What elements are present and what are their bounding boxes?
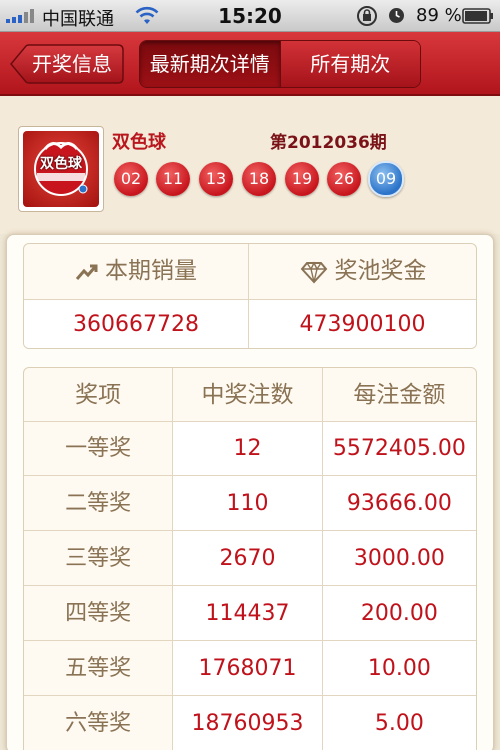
red-ball: 02 bbox=[114, 162, 148, 196]
winner-count: 18760953 bbox=[173, 696, 323, 750]
game-name: 双色球 bbox=[112, 132, 166, 153]
back-button-label: 开奖信息 bbox=[32, 52, 112, 76]
summary-table: 本期销量 奖池奖金 360667728 473900100 bbox=[23, 243, 477, 349]
prize-level: 一等奖 bbox=[24, 422, 174, 476]
prize-level: 三等奖 bbox=[24, 531, 174, 586]
prize-amount: 5.00 bbox=[322, 696, 476, 750]
trend-up-icon bbox=[75, 264, 98, 280]
red-ball: 13 bbox=[199, 162, 233, 196]
winner-count: 12 bbox=[173, 422, 323, 476]
table-row: 二等奖 110 93666.00 bbox=[24, 476, 476, 531]
prize-level: 六等奖 bbox=[24, 696, 174, 750]
prize-table: 奖项 中奖注数 每注金额 一等奖 12 5572405.00 二等奖 110 9… bbox=[23, 367, 477, 750]
prize-level: 五等奖 bbox=[24, 641, 174, 696]
battery-percentage: 89 % bbox=[416, 5, 462, 26]
table-row: 六等奖 18760953 5.00 bbox=[24, 696, 476, 750]
prize-amount: 200.00 bbox=[322, 586, 476, 641]
back-button[interactable]: 开奖信息 bbox=[10, 44, 124, 84]
prize-amount: 5572405.00 bbox=[322, 422, 476, 476]
winner-count: 114437 bbox=[173, 586, 323, 641]
red-ball: 18 bbox=[242, 162, 276, 196]
content-panel: 本期销量 奖池奖金 360667728 473900100 奖项 中奖注数 每注… bbox=[6, 234, 494, 750]
table-row: 一等奖 12 5572405.00 bbox=[24, 422, 476, 476]
summary-value-row: 360667728 473900100 bbox=[24, 300, 476, 348]
diamond-icon bbox=[300, 260, 327, 283]
prize-amount: 3000.00 bbox=[322, 531, 476, 586]
winner-count-header: 中奖注数 bbox=[173, 368, 323, 422]
navigation-bar: 开奖信息 最新期次详情 所有期次 bbox=[0, 32, 500, 96]
winner-count: 1768071 bbox=[173, 641, 323, 696]
prize-amount-header: 每注金额 bbox=[322, 368, 476, 422]
prize-amount: 93666.00 bbox=[322, 476, 476, 531]
table-row: 五等奖 1768071 10.00 bbox=[24, 641, 476, 696]
alarm-clock-icon bbox=[389, 8, 404, 23]
prize-level-header: 奖项 bbox=[24, 368, 174, 422]
tab-all-issues[interactable]: 所有期次 bbox=[279, 41, 420, 87]
table-row: 四等奖 114437 200.00 bbox=[24, 586, 476, 641]
prize-header-row: 奖项 中奖注数 每注金额 bbox=[24, 368, 476, 422]
status-bar: 中国联通 15:20 89 % bbox=[0, 0, 500, 32]
red-ball: 26 bbox=[327, 162, 361, 196]
pool-header: 奖池奖金 bbox=[249, 244, 476, 300]
summary-header-row: 本期销量 奖池奖金 bbox=[24, 244, 476, 300]
prize-amount: 10.00 bbox=[322, 641, 476, 696]
sales-label: 本期销量 bbox=[105, 258, 197, 284]
table-row: 三等奖 2670 3000.00 bbox=[24, 531, 476, 586]
prize-level: 二等奖 bbox=[24, 476, 174, 531]
logo-text: 双色球 bbox=[40, 156, 82, 172]
red-ball: 19 bbox=[285, 162, 319, 196]
blue-ball: 09 bbox=[368, 161, 404, 197]
pool-label: 奖池奖金 bbox=[334, 258, 427, 284]
sales-header: 本期销量 bbox=[24, 244, 249, 300]
pool-value: 473900100 bbox=[299, 312, 426, 337]
issue-number: 第2012036期 bbox=[270, 133, 387, 153]
sales-value: 360667728 bbox=[24, 300, 249, 348]
prize-level: 四等奖 bbox=[24, 586, 174, 641]
red-ball: 11 bbox=[156, 162, 190, 196]
rotation-lock-icon bbox=[357, 6, 377, 26]
battery-icon bbox=[462, 8, 493, 24]
tab-latest-issue[interactable]: 最新期次详情 bbox=[140, 41, 280, 87]
segmented-control: 最新期次详情 所有期次 bbox=[139, 40, 421, 88]
lottery-logo: 双色球 bbox=[18, 126, 104, 212]
winner-count: 110 bbox=[173, 476, 323, 531]
winner-count: 2670 bbox=[173, 531, 323, 586]
